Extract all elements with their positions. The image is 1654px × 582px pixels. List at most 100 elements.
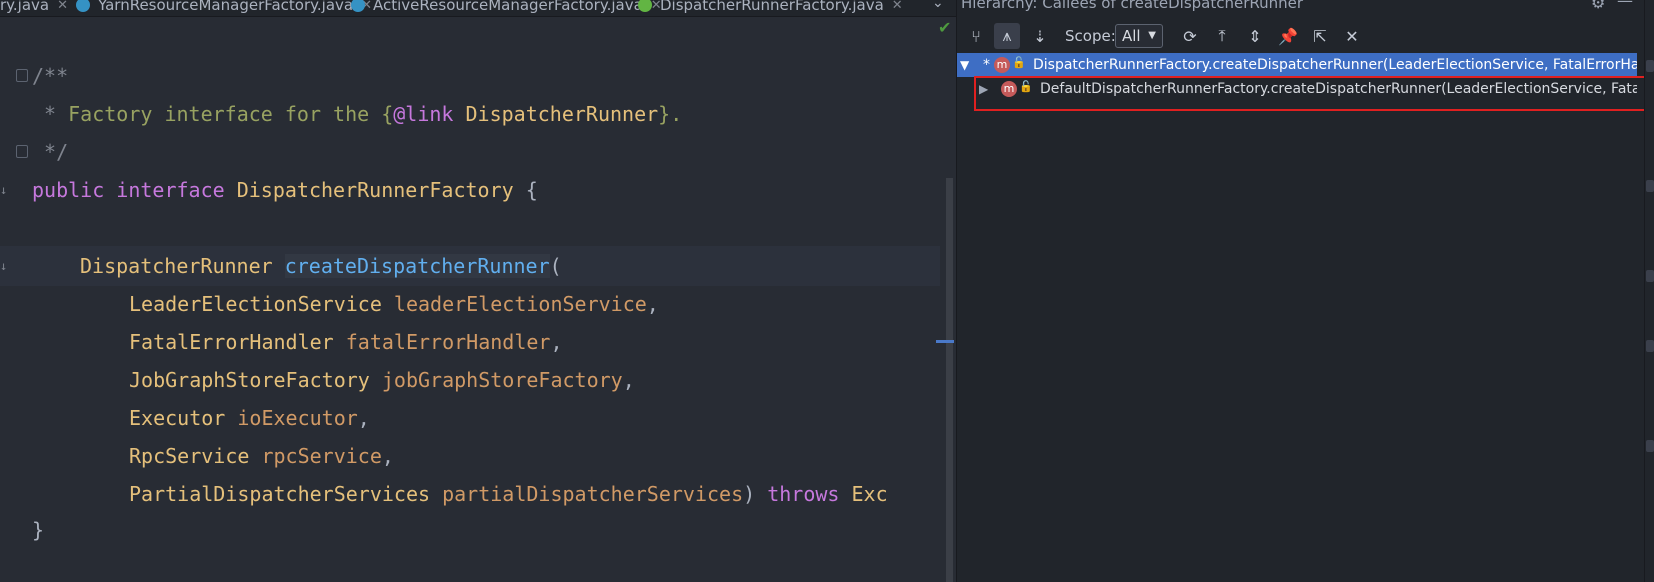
class-icon [351, 0, 365, 12]
scroll-marker [936, 340, 954, 343]
param-type[interactable]: PartialDispatcherServices [129, 482, 430, 506]
tab-dispatcher-runner-factory[interactable]: DispatcherRunnerFactory.java ✕ [638, 0, 903, 16]
code-line: FatalErrorHandler fatalErrorHandler, [0, 322, 940, 362]
panel-title: Hierarchy: Callees of createDispatcherRu… [961, 0, 1304, 12]
tool-window-icon[interactable] [1646, 60, 1654, 72]
scope-value: All [1122, 27, 1141, 45]
close-icon[interactable]: ✕ [57, 0, 68, 13]
tab-label: YarnResourceManagerFactory.java [98, 0, 354, 14]
close-icon[interactable]: ✕ [1339, 23, 1365, 49]
root-marker: * [983, 57, 990, 73]
caller-hierarchy-icon[interactable]: ⑂ [963, 23, 989, 49]
doc-link-tag: @link [393, 102, 454, 126]
tool-window-icon[interactable] [1646, 270, 1654, 282]
code-line: ↓ public interface DispatcherRunnerFacto… [0, 170, 940, 210]
fold-icon[interactable] [16, 145, 28, 158]
open-in-window-icon[interactable]: ⇱ [1307, 23, 1333, 49]
doc-comment-open: /** [32, 64, 69, 88]
minimize-icon[interactable]: — [1617, 0, 1633, 10]
method-icon: m [994, 57, 1010, 73]
highlight-box [974, 76, 1654, 111]
refresh-icon[interactable]: ⟳ [1177, 23, 1203, 49]
tool-window-icon[interactable] [1646, 180, 1654, 192]
scope-label: Scope: [1065, 27, 1116, 45]
separator: , [381, 444, 394, 468]
param-name: fatalErrorHandler [345, 330, 551, 354]
separator: ) [743, 482, 756, 506]
tab-ry-java[interactable]: ry.java ✕ [0, 0, 68, 16]
export-icon[interactable]: ⤒ [1209, 23, 1235, 49]
param-name: ioExecutor [237, 406, 358, 430]
tree-row-label: DispatcherRunnerFactory.createDispatcher… [1033, 57, 1637, 73]
right-tool-strip [1644, 0, 1654, 582]
brace: } [32, 518, 45, 542]
implemented-gutter-icon[interactable]: ↓ [0, 260, 7, 272]
code-line-current: ↓ DispatcherRunner createDispatcherRunne… [0, 246, 940, 286]
separator: , [622, 368, 635, 392]
code-line: Executor ioExecutor, [0, 398, 940, 438]
scope-select[interactable]: All ▼ [1115, 24, 1163, 48]
param-name: rpcService [261, 444, 382, 468]
tree-row-root[interactable]: ▼ * m 🔓 DispatcherRunnerFactory.createDi… [957, 53, 1637, 77]
doc-comment-close: */ [32, 140, 69, 164]
doc-brace: }. [658, 102, 683, 126]
close-icon[interactable]: ✕ [892, 0, 903, 13]
doc-star: * [32, 102, 69, 126]
code-line: */ [0, 132, 940, 172]
editor-tab-bar: ry.java ✕ YarnResourceManagerFactory.jav… [0, 0, 956, 17]
expand-all-icon[interactable]: ⇕ [1242, 23, 1268, 49]
gear-icon[interactable]: ⚙ [1591, 0, 1605, 12]
separator: , [646, 292, 659, 316]
chevron-down-icon: ▼ [1148, 30, 1156, 41]
param-name: leaderElectionService [393, 292, 647, 316]
code-line: * Factory interface for the {@link Dispa… [0, 94, 940, 134]
param-type[interactable]: RpcService [129, 444, 249, 468]
method-name[interactable]: createDispatcherRunner [284, 254, 550, 278]
param-type[interactable]: LeaderElectionService [129, 292, 382, 316]
keyword: interface [116, 178, 225, 202]
keyword: throws [767, 482, 840, 506]
interface-icon [638, 0, 652, 12]
fold-icon[interactable] [16, 69, 28, 82]
code-line: /** [0, 56, 940, 96]
callee-hierarchy-icon[interactable]: ⩚ [994, 23, 1020, 49]
code-editor[interactable]: ry.java ✕ YarnResourceManagerFactory.jav… [0, 0, 956, 582]
lock-icon: 🔓 [1012, 56, 1026, 69]
brace: { [525, 178, 538, 202]
tab-label: ry.java [0, 0, 50, 14]
chevron-down-icon[interactable]: ▼ [960, 53, 969, 77]
tab-label: DispatcherRunnerFactory.java [660, 0, 884, 14]
class-icon [76, 0, 90, 12]
editor-scrollbar[interactable] [946, 178, 953, 582]
tool-window-icon[interactable] [1646, 440, 1654, 452]
separator: , [357, 406, 370, 430]
implemented-gutter-icon[interactable]: ↓ [0, 184, 7, 196]
code-line: LeaderElectionService leaderElectionServ… [0, 284, 940, 324]
param-name: jobGraphStoreFactory [381, 368, 623, 392]
param-type[interactable]: Executor [129, 406, 225, 430]
code-line: PartialDispatcherServices partialDispatc… [0, 474, 940, 514]
panel-header: Hierarchy: Callees of createDispatcherRu… [957, 0, 1645, 14]
tab-label: ActiveResourceManagerFactory.java [373, 0, 643, 14]
hierarchy-toolbar: ⑂ ⩚ ⇣ Scope: All ▼ ⟳ ⤒ ⇕ 📌 ⇱ ✕ [957, 20, 1645, 50]
sort-alphabetically-icon[interactable]: ⇣ [1027, 23, 1053, 49]
check-icon: ✔ [938, 18, 952, 37]
code-line: } [0, 510, 940, 550]
tab-active-resource-manager-factory[interactable]: ActiveResourceManagerFactory.java ✕ [351, 0, 662, 16]
tab-yarn-resource-manager-factory[interactable]: YarnResourceManagerFactory.java ✕ [76, 0, 372, 16]
code-line: JobGraphStoreFactory jobGraphStoreFactor… [0, 360, 940, 400]
interface-name[interactable]: DispatcherRunnerFactory [237, 178, 514, 202]
pin-icon[interactable]: 📌 [1275, 23, 1301, 49]
doc-text: Factory interface for the [68, 102, 382, 126]
param-name: partialDispatcherServices [442, 482, 744, 506]
doc-brace: { [381, 102, 394, 126]
code-line: RpcService rpcService, [0, 436, 940, 476]
tool-window-icon[interactable] [1646, 340, 1654, 352]
chevron-down-icon[interactable]: ⌄ [932, 0, 944, 11]
param-type[interactable]: JobGraphStoreFactory [129, 368, 370, 392]
doc-link-target[interactable]: DispatcherRunner [453, 102, 659, 126]
param-type[interactable]: FatalErrorHandler [129, 330, 334, 354]
keyword: public [32, 178, 105, 202]
return-type[interactable]: DispatcherRunner [80, 254, 273, 278]
exception-type[interactable]: Exc [852, 482, 888, 506]
